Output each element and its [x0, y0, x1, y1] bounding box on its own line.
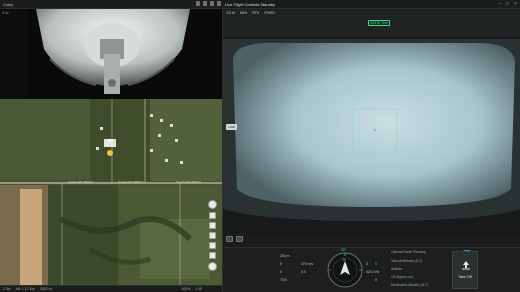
height-readout: 420.0 rfs: [366, 270, 380, 274]
fullscreen-icon[interactable]: [217, 1, 221, 6]
satellite-map[interactable]: County Rd 2000 N County Rd 2000 N County…: [0, 99, 222, 285]
road-label: County Rd 2000 N: [176, 180, 201, 184]
layers-icon[interactable]: [210, 1, 214, 6]
main-video-view[interactable]: 1/2 M 66% RTK FIXED MODE Cine: [222, 9, 520, 247]
takeoff-icon: [462, 261, 470, 270]
status-right-group: 100% 1:10: [181, 287, 222, 291]
status-item: 66%: [240, 10, 248, 15]
alt-readout: 0: [375, 278, 377, 282]
top-bar: Coley Live Flight Controls Standby – □ ×: [0, 0, 520, 9]
grid-view-icon[interactable]: [226, 236, 233, 242]
distance-readout: 200 m: [280, 254, 290, 258]
map-controls: [206, 200, 218, 286]
view-toggle: [226, 236, 243, 242]
takeoff-label: Take Off: [458, 275, 472, 279]
maximize-icon[interactable]: □: [506, 1, 509, 7]
road-label: County Rd 2000 N: [118, 180, 143, 184]
drone-camera-view[interactable]: 3.3x: [0, 9, 222, 99]
v-value: 0: [375, 262, 377, 266]
h-value: 0: [366, 262, 368, 266]
lock-tag[interactable]: Lock: [226, 124, 237, 130]
main-status-bar: 1/2 M 66% RTK FIXED: [223, 9, 520, 16]
zoom-in-icon[interactable]: [208, 212, 216, 219]
heading-readout: N: [343, 258, 346, 262]
minimize-icon[interactable]: –: [498, 1, 501, 7]
ruler-icon[interactable]: [208, 252, 216, 259]
app-name: Coley: [3, 2, 14, 7]
telemetry-panel: 200 m 0 0 71% 470 m/s 0.0 90° N 0 420.0 …: [222, 247, 520, 292]
setting-label: Takeoff Altitude (ALT): [391, 258, 423, 263]
setting-label: Altitude: [391, 266, 402, 271]
takeoff-button[interactable]: Take Off: [452, 251, 478, 289]
status-item: 1/2 M: [226, 10, 235, 15]
status-item: 100%: [181, 287, 191, 291]
speed-readout: 470 m/s: [301, 262, 314, 266]
camera-icon[interactable]: [196, 1, 200, 6]
road-label: County Rd 2000 N: [68, 180, 93, 184]
zoom-out-icon[interactable]: [208, 222, 216, 229]
window-controls: – □ ×: [498, 1, 517, 7]
status-item: FIXED: [264, 10, 275, 15]
layers-icon[interactable]: [208, 242, 216, 249]
drone-camera-image: [26, 9, 222, 99]
compass-icon[interactable]: [207, 200, 217, 209]
window-title: Live Flight Controls Standby: [225, 2, 276, 7]
status-item: RTK: [252, 10, 260, 15]
left-status-bar: 2.3m Alt: 1.17 Km 3002 m 100% 1:10: [0, 285, 222, 292]
locate-icon[interactable]: [208, 232, 216, 239]
pitch-readout: 90°: [341, 248, 347, 252]
main-video-image: [223, 9, 520, 247]
status-item: 1:10: [195, 287, 202, 291]
speed-value: 0.0: [301, 270, 306, 274]
setting-label: Destination Altitude (ALT): [391, 282, 429, 287]
hs-readout: 0: [280, 262, 282, 266]
status-item: Alt: 1.17 Km: [15, 287, 35, 291]
battery-readout: 71%: [280, 278, 287, 282]
flight-mode-badge[interactable]: MODE Cine: [368, 20, 390, 26]
close-icon[interactable]: ×: [514, 1, 517, 7]
status-item: 3002 m: [39, 287, 52, 291]
camera-view-icon[interactable]: [236, 236, 243, 242]
home-icon[interactable]: [207, 262, 217, 271]
setting-label: Optimal Route Planning: [391, 250, 426, 254]
vs-readout: 0: [280, 270, 282, 274]
top-icon-group: [196, 1, 221, 6]
status-item: 2.3m: [3, 287, 11, 291]
map-image: [0, 99, 222, 285]
settings-icon[interactable]: [203, 1, 207, 6]
setting-label: On Signal Lost: [391, 274, 413, 279]
